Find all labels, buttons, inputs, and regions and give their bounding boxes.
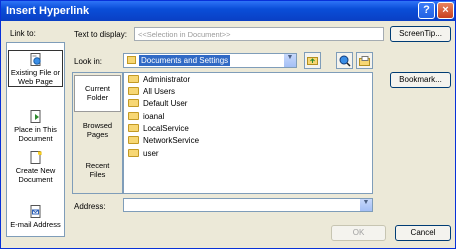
folder-icon	[128, 111, 139, 120]
list-item[interactable]: ioanal	[128, 111, 164, 122]
chevron-down-icon[interactable]: ▼	[283, 54, 296, 67]
places-bar: Current Folder Browsed Pages Recent File…	[72, 72, 123, 194]
browse-web-icon	[339, 55, 351, 67]
list-item[interactable]: Default User	[128, 98, 187, 109]
cancel-button[interactable]: Cancel	[395, 225, 451, 241]
look-in-label: Look in:	[74, 57, 103, 66]
list-item[interactable]: NetworkService	[128, 135, 199, 146]
place-current-line1: Current	[84, 84, 110, 93]
help-button[interactable]: ?	[418, 2, 435, 19]
file-name: Default User	[143, 99, 188, 108]
document-place-icon	[30, 110, 40, 123]
link-email-line1: E-mail Address	[10, 220, 61, 229]
text-to-display-label: Text to display:	[74, 30, 127, 39]
new-document-icon	[30, 151, 41, 164]
insert-hyperlink-dialog: Insert Hyperlink ? × Link to: Existing F…	[0, 0, 456, 249]
place-browsed-line1: Browsed	[82, 121, 113, 130]
screentip-button[interactable]: ScreenTip...	[390, 26, 451, 42]
link-email-address[interactable]: E-mail Address	[8, 205, 63, 233]
dialog-title: Insert Hyperlink	[6, 5, 90, 17]
file-name: Administrator	[143, 75, 191, 84]
up-folder-button[interactable]	[304, 52, 321, 69]
link-create-line2: Document	[18, 175, 53, 184]
list-item[interactable]: user	[128, 148, 159, 159]
text-to-display-value: <<Selection in Document>>	[138, 30, 231, 39]
link-to-label: Link to:	[10, 29, 36, 38]
file-name: user	[143, 149, 159, 158]
link-create-line1: Create New	[15, 166, 56, 175]
folder-icon	[128, 86, 139, 95]
place-browsed-line2: Pages	[86, 130, 109, 139]
list-item[interactable]: Administrator	[128, 74, 190, 85]
bookmark-button[interactable]: Bookmark...	[390, 72, 451, 88]
file-name: All Users	[143, 87, 176, 96]
link-existing-line2: Web Page	[18, 77, 53, 86]
up-folder-icon	[307, 57, 318, 65]
link-place-in-document[interactable]: Place in This Document	[8, 110, 63, 143]
title-bar[interactable]: Insert Hyperlink ? ×	[1, 1, 455, 21]
place-current-line2: Folder	[86, 93, 109, 102]
ok-button[interactable]: OK	[331, 225, 386, 241]
link-place-line1: Place in This	[14, 125, 57, 134]
list-item[interactable]: All Users	[128, 86, 175, 97]
email-icon	[30, 205, 40, 218]
chevron-down-icon[interactable]: ▼	[359, 199, 372, 211]
file-name: LocalService	[143, 124, 189, 133]
close-button[interactable]: ×	[437, 2, 454, 19]
folder-icon	[128, 123, 139, 132]
browse-file-button[interactable]	[356, 52, 373, 69]
folder-icon	[128, 74, 139, 83]
link-to-bar: Existing File or Web Page Place in This …	[6, 42, 65, 237]
link-existing-line1: Existing File or	[10, 68, 61, 77]
link-place-line2: Document	[18, 134, 53, 143]
folder-icon	[128, 148, 139, 157]
place-recent-files[interactable]: Recent Files	[74, 161, 121, 185]
place-recent-line1: Recent	[85, 161, 110, 170]
address-input[interactable]: ▼	[123, 198, 373, 212]
file-list: Administrator All Users Default User ioa…	[123, 72, 373, 194]
file-name: ioanal	[143, 112, 165, 121]
file-name: NetworkService	[143, 136, 200, 145]
look-in-value: Documents and Settings	[139, 55, 231, 66]
folder-icon	[128, 135, 139, 144]
folder-icon	[127, 56, 136, 64]
address-label: Address:	[74, 202, 106, 211]
browse-file-icon	[359, 56, 370, 66]
look-in-dropdown[interactable]: Documents and Settings ▼	[123, 53, 297, 68]
list-item[interactable]: LocalService	[128, 123, 189, 134]
text-to-display-input[interactable]: <<Selection in Document>>	[134, 27, 384, 41]
place-current-folder[interactable]: Current Folder	[74, 75, 121, 112]
browse-web-button[interactable]	[336, 52, 353, 69]
place-recent-line2: Files	[89, 170, 106, 179]
link-existing-file[interactable]: Existing File or Web Page	[8, 50, 63, 87]
web-page-icon	[30, 53, 41, 66]
place-browsed-pages[interactable]: Browsed Pages	[74, 121, 121, 145]
folder-icon	[128, 98, 139, 107]
link-create-new-document[interactable]: Create New Document	[8, 151, 63, 184]
